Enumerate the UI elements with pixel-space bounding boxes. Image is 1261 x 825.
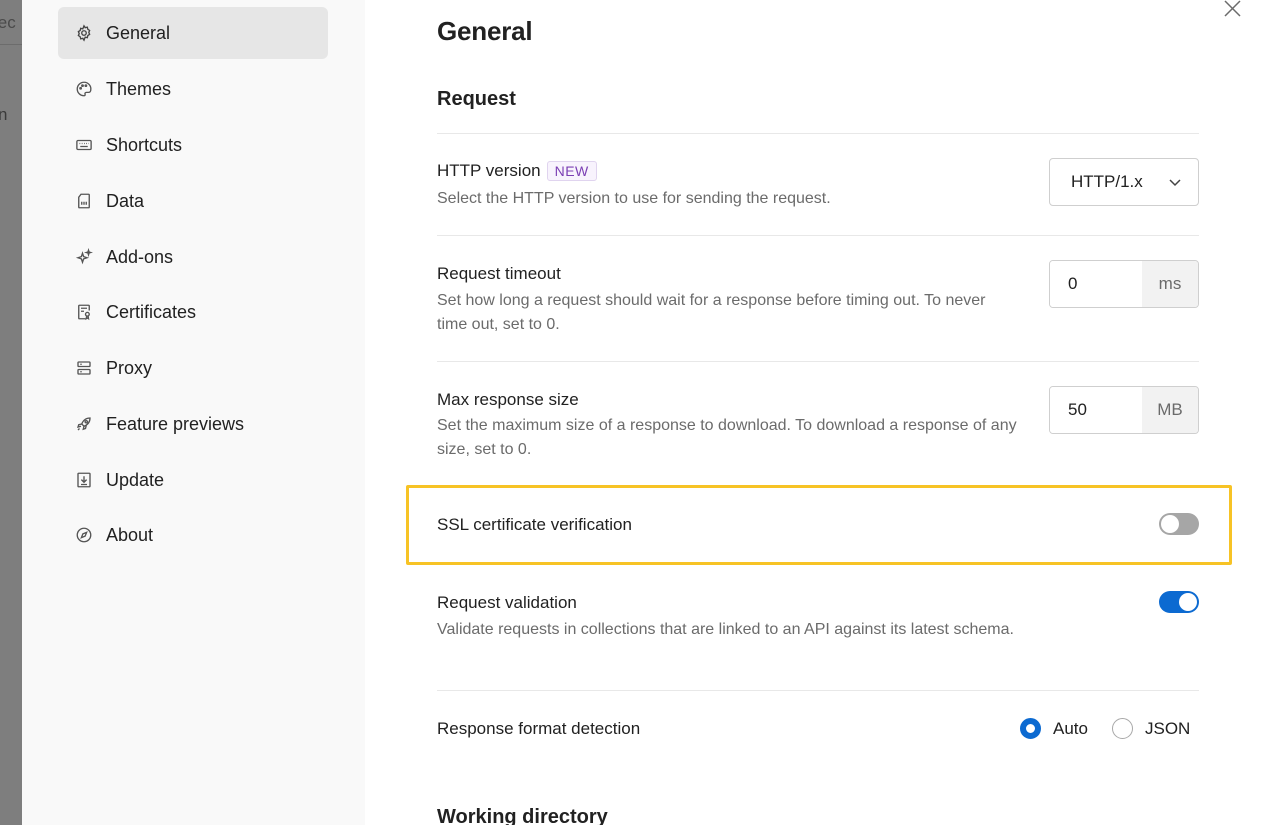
radio-json[interactable]: JSON	[1111, 718, 1191, 739]
sidebar-item-feature-previews[interactable]: Feature previews	[58, 398, 328, 450]
sidebar-item-proxy[interactable]: Proxy	[58, 342, 328, 394]
max-response-size-unit: MB	[1142, 387, 1198, 433]
divider	[437, 133, 1199, 134]
sidebar-item-label: About	[106, 524, 154, 545]
request-timeout-field: ms	[1049, 260, 1199, 308]
sidebar-item-general[interactable]: General	[58, 7, 328, 59]
http-version-description: Select the HTTP version to use for sendi…	[437, 190, 831, 207]
sidebar-item-certificates[interactable]: Certificates	[58, 286, 328, 338]
sidebar-item-shortcuts[interactable]: Shortcuts	[58, 119, 328, 171]
sidebar-item-label: Data	[106, 190, 145, 211]
sidebar-item-label: Proxy	[106, 357, 153, 378]
toggle-knob	[1179, 593, 1197, 611]
background-text-fragment: n	[0, 105, 8, 124]
sidebar-item-label: Themes	[106, 78, 172, 99]
settings-sidebar: General Themes Shortcuts Data Add-ons Ce…	[22, 0, 365, 825]
request-validation-toggle[interactable]	[1159, 591, 1199, 613]
radio-label: JSON	[1144, 718, 1191, 738]
sparkle-icon	[75, 248, 93, 266]
keyboard-icon	[75, 136, 93, 154]
divider	[437, 235, 1199, 236]
section-title-working-directory: Working directory	[437, 806, 608, 825]
page-title: General	[437, 16, 533, 46]
sidebar-item-label: General	[106, 22, 171, 43]
divider	[437, 690, 1199, 691]
radio-label: Auto	[1053, 718, 1088, 738]
server-icon	[75, 359, 93, 377]
background-app: lec n	[0, 0, 22, 825]
sidebar-item-themes[interactable]: Themes	[58, 63, 328, 115]
close-button[interactable]	[1222, 0, 1244, 18]
background-text-fragment: lec	[0, 13, 16, 32]
data-icon	[75, 192, 93, 210]
sidebar-item-data[interactable]: Data	[58, 175, 328, 227]
radio-circle	[1111, 718, 1133, 739]
divider	[437, 361, 1199, 362]
certificate-icon	[75, 303, 93, 321]
request-timeout-title: Request timeout	[437, 264, 561, 284]
request-timeout-label: Request timeout	[437, 264, 561, 283]
new-badge: NEW	[546, 161, 597, 181]
radio-circle	[1020, 718, 1041, 739]
response-format-radio-group: Auto JSON	[1020, 718, 1190, 739]
sidebar-item-label: Add-ons	[106, 246, 174, 267]
sidebar-item-label: Update	[106, 469, 165, 490]
max-response-size-title: Max response size	[437, 390, 579, 410]
response-format-title: Response format detection	[437, 719, 640, 739]
chevron-down-icon	[1169, 179, 1181, 187]
http-version-label: HTTP version	[437, 161, 541, 180]
max-response-size-input[interactable]	[1050, 387, 1142, 433]
http-version-title: HTTP version NEW	[437, 161, 597, 181]
request-timeout-unit: ms	[1142, 261, 1198, 307]
request-validation-description: Validate requests in collections that ar…	[437, 621, 1014, 638]
gear-icon	[75, 24, 93, 42]
download-icon	[75, 471, 93, 489]
request-validation-title: Request validation	[437, 593, 577, 613]
max-response-size-label: Max response size	[437, 390, 579, 409]
palette-icon	[75, 80, 93, 98]
radio-auto[interactable]: Auto	[1020, 718, 1088, 739]
sidebar-item-label: Certificates	[106, 301, 197, 322]
compass-icon	[75, 526, 93, 544]
close-icon	[1224, 0, 1241, 17]
section-title-request: Request	[437, 88, 516, 110]
sidebar-item-update[interactable]: Update	[58, 454, 328, 506]
request-timeout-description: Set how long a request should wait for a…	[437, 292, 986, 333]
sidebar-item-label: Feature previews	[106, 413, 245, 434]
sidebar-item-label: Shortcuts	[106, 134, 183, 155]
sidebar-item-about[interactable]: About	[58, 509, 328, 561]
request-validation-label: Request validation	[437, 593, 577, 612]
background-divider	[0, 44, 22, 45]
http-version-select[interactable]: HTTP/1.x	[1049, 158, 1199, 206]
max-response-size-description: Set the maximum size of a response to do…	[437, 417, 1017, 458]
http-version-value: HTTP/1.x	[1071, 172, 1143, 191]
highlight-box	[406, 485, 1232, 565]
settings-modal: General Themes Shortcuts Data Add-ons Ce…	[22, 0, 1261, 825]
rocket-icon	[75, 415, 93, 433]
max-response-size-field: MB	[1049, 386, 1199, 434]
response-format-label: Response format detection	[437, 719, 641, 738]
sidebar-item-add-ons[interactable]: Add-ons	[58, 231, 328, 283]
request-timeout-input[interactable]	[1050, 261, 1142, 307]
